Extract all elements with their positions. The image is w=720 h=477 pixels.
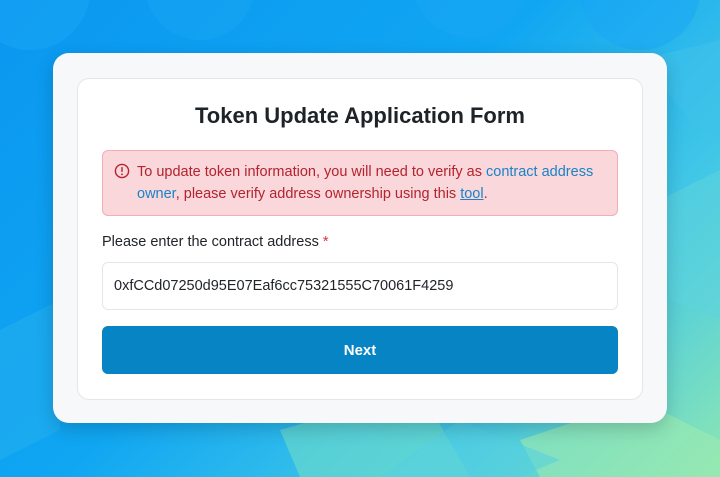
warning-alert: To update token information, you will ne… — [102, 150, 618, 216]
outer-card: Token Update Application Form To update … — [53, 53, 667, 423]
address-label-text: Please enter the contract address — [102, 234, 319, 250]
alert-text-before: To update token information, you will ne… — [137, 164, 486, 180]
contract-address-input[interactable] — [102, 262, 618, 310]
address-label: Please enter the contract address * — [102, 234, 329, 250]
form-card: Token Update Application Form To update … — [77, 78, 643, 400]
verify-tool-link[interactable]: tool — [460, 186, 483, 202]
exclamation-circle-icon — [114, 163, 130, 179]
next-button[interactable]: Next — [102, 326, 618, 374]
required-mark: * — [322, 234, 329, 250]
alert-text-after: . — [483, 186, 488, 202]
alert-text-middle: , please verify address ownership using … — [175, 186, 461, 202]
form-title: Token Update Application Form — [194, 103, 525, 128]
